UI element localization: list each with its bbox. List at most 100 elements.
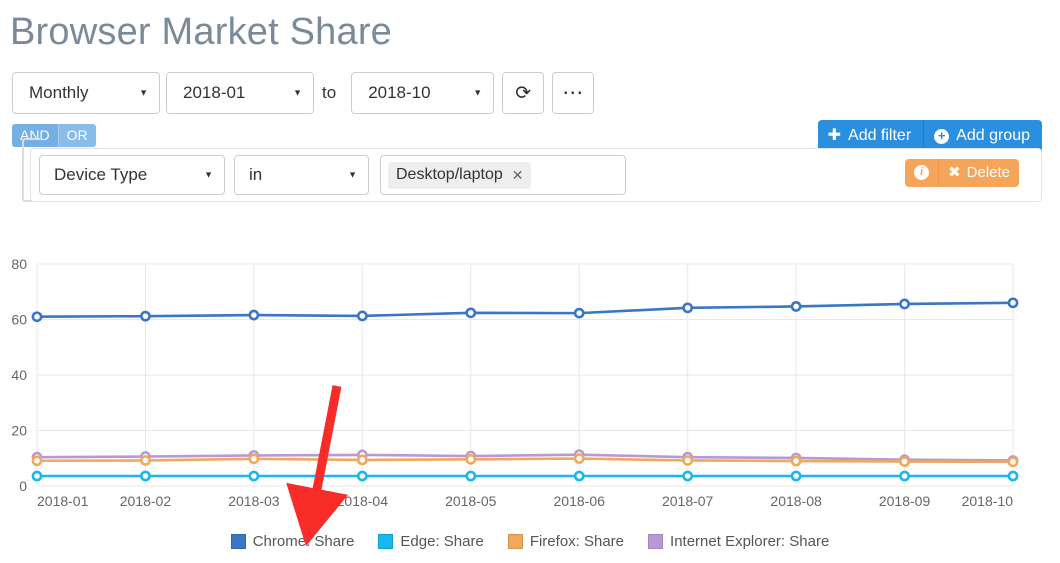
data-point[interactable] (465, 453, 477, 465)
data-point[interactable] (1007, 470, 1019, 482)
data-point[interactable] (573, 453, 585, 464)
legend-label: Internet Explorer: Share (670, 533, 830, 550)
data-point[interactable] (899, 298, 910, 310)
data-point[interactable] (140, 310, 151, 322)
legend-item[interactable]: Internet Explorer: Share (648, 533, 829, 550)
x-axis-tick: 2018-02 (120, 493, 172, 509)
filter-delete-button[interactable]: ✖ Delete (938, 159, 1019, 187)
x-axis-tick: 2018-06 (554, 493, 606, 509)
data-point[interactable] (248, 470, 260, 482)
x-axis-tick: 2018-09 (879, 493, 931, 509)
or-toggle-button[interactable]: OR (57, 124, 96, 147)
x-axis-tick: 2018-05 (445, 493, 497, 509)
circle-plus-icon: + (934, 128, 950, 144)
chart-container: 0 20 40 60 80 2018-01 2018-02 2018-03 2018-04 201… (0, 248, 1060, 563)
data-point[interactable] (356, 470, 368, 482)
date-to-select[interactable]: 2018-10 ▼ (351, 72, 495, 114)
legend-label: Chrome: Share (252, 533, 355, 550)
date-to-value: 2018-10 (368, 83, 431, 102)
chevron-down-icon: ▼ (348, 169, 357, 180)
more-options-button[interactable]: ⋯ (552, 72, 595, 114)
filter-group: Device Type ▼ in ▼ Desktop/laptop ✕ i ✖ … (0, 138, 1060, 214)
legend-item[interactable]: Edge: Share (378, 533, 484, 550)
data-point[interactable] (140, 455, 151, 466)
y-axis-tick: 20 (11, 423, 27, 439)
ellipsis-icon: ⋯ (562, 81, 585, 104)
filter-value-tag[interactable]: Desktop/laptop ✕ (388, 161, 532, 189)
filter-logic-row: AND OR ✚ Add filter + Add group (12, 120, 1060, 153)
data-point[interactable] (682, 455, 694, 466)
filter-value-input[interactable]: Desktop/laptop ✕ (380, 155, 626, 195)
data-point[interactable] (573, 470, 585, 482)
filter-delete-label: Delete (966, 164, 1010, 181)
line-chart: 0 20 40 60 80 2018-01 2018-02 2018-03 2018-04 201… (11, 256, 1019, 509)
data-point[interactable] (140, 470, 151, 482)
data-point[interactable] (31, 455, 43, 467)
filter-row: Device Type ▼ in ▼ Desktop/laptop ✕ i ✖ … (30, 148, 1042, 202)
x-axis-tick: 2018-03 (228, 493, 280, 509)
filter-row-actions: i ✖ Delete (905, 159, 1019, 187)
data-point[interactable] (248, 453, 260, 465)
data-point[interactable] (1007, 456, 1019, 468)
granularity-select-value: Monthly (29, 83, 89, 102)
filter-operator-value: in (249, 165, 263, 184)
chevron-down-icon: ▼ (293, 87, 302, 98)
x-axis-tick: 2018-04 (337, 493, 389, 509)
data-point[interactable] (682, 470, 694, 482)
cross-icon: ✖ (948, 164, 961, 181)
legend-label: Firefox: Share (529, 533, 625, 550)
data-point[interactable] (248, 309, 260, 321)
y-axis-tick: 0 (19, 478, 27, 494)
data-point[interactable] (790, 455, 802, 467)
filter-info-button[interactable]: i (905, 159, 939, 187)
data-point[interactable] (31, 311, 43, 323)
x-axis-tick: 2018-08 (770, 493, 822, 509)
refresh-icon: ⟳ (515, 82, 532, 104)
data-point[interactable] (465, 470, 477, 482)
legend-item[interactable]: Firefox: Share (507, 533, 625, 550)
plus-icon: ✚ (827, 127, 842, 144)
data-point[interactable] (1007, 297, 1019, 309)
data-point[interactable] (790, 301, 802, 312)
x-axis-tick: 2018-10 (962, 493, 1014, 509)
data-point[interactable] (31, 470, 43, 482)
series-line (35, 301, 1015, 319)
to-label: to (322, 83, 337, 102)
close-icon[interactable]: ✕ (512, 166, 524, 184)
filter-operator-select[interactable]: in ▼ (234, 155, 369, 195)
legend-swatch (648, 534, 664, 549)
filter-field-select[interactable]: Device Type ▼ (39, 155, 225, 195)
x-axis-tick: 2018-01 (37, 493, 89, 509)
chevron-down-icon: ▼ (473, 87, 483, 98)
chevron-down-icon: ▼ (204, 169, 213, 180)
legend-item[interactable]: Chrome: Share (230, 533, 355, 550)
chart-legend: Chrome: Share Edge: Share Firefox: Share In… (0, 533, 1060, 550)
add-filter-label: Add filter (848, 127, 912, 144)
add-group-label: Add group (956, 127, 1030, 144)
legend-swatch (230, 534, 246, 549)
page-title: Browser Market Share (10, 11, 393, 53)
data-point[interactable] (573, 307, 585, 319)
data-point[interactable] (356, 310, 368, 322)
data-point[interactable] (465, 307, 477, 319)
data-point[interactable] (899, 470, 910, 482)
data-point[interactable] (790, 470, 802, 482)
filter-field-value: Device Type (54, 165, 148, 184)
date-from-select[interactable]: 2018-01 ▼ (166, 72, 314, 114)
date-range-toolbar: Monthly ▼ 2018-01 ▼ to 2018-10 ▼ ⟳ ⋯ (12, 72, 1060, 114)
legend-swatch (507, 534, 523, 549)
y-axis-tick: 60 (11, 312, 27, 328)
chevron-down-icon: ▼ (139, 87, 148, 98)
data-point[interactable] (356, 454, 368, 466)
refresh-button[interactable]: ⟳ (502, 72, 545, 114)
info-icon: i (914, 165, 930, 180)
x-axis-tick: 2018-07 (662, 493, 714, 509)
granularity-select[interactable]: Monthly ▼ (12, 72, 160, 114)
legend-label: Edge: Share (400, 533, 484, 550)
data-point[interactable] (682, 302, 694, 314)
data-point[interactable] (899, 456, 910, 467)
y-axis-tick: 80 (11, 256, 27, 272)
date-from-value: 2018-01 (183, 83, 246, 102)
filter-value-tag-label: Desktop/laptop (396, 165, 503, 183)
legend-swatch (378, 534, 394, 549)
